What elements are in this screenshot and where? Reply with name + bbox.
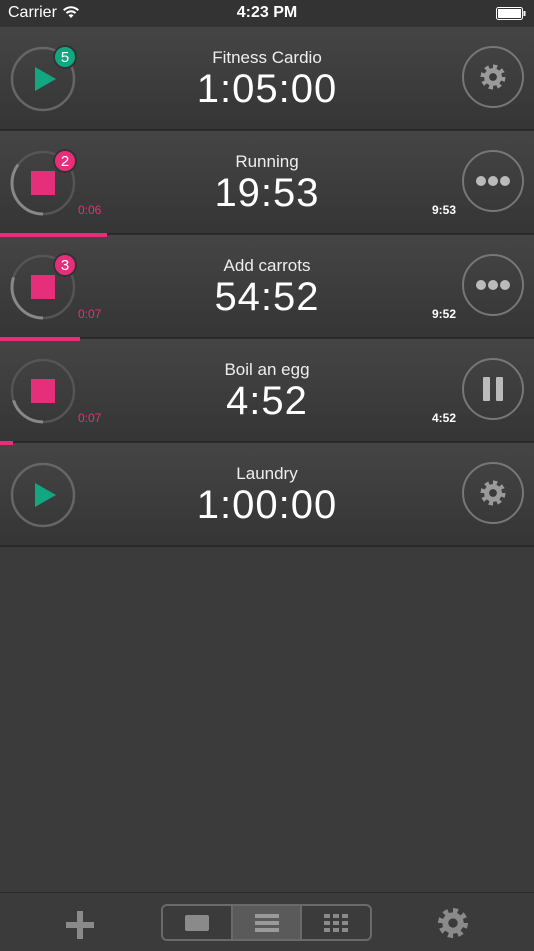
gear-icon — [480, 64, 506, 90]
view-list-button[interactable] — [230, 906, 301, 939]
timer-settings-button[interactable] — [462, 462, 524, 524]
grid-view-icon — [324, 913, 349, 932]
segment-progress-bar — [0, 233, 534, 237]
timer-countdown: 1:00:00 — [196, 483, 338, 527]
view-grid-button[interactable] — [300, 906, 370, 939]
timer-name: Running — [235, 152, 299, 171]
elapsed-time: 0:06 — [78, 203, 102, 217]
timer-name: Add carrots — [223, 256, 311, 275]
bottom-toolbar — [0, 892, 534, 951]
progress-fill — [0, 441, 14, 445]
view-mode-selector — [161, 904, 372, 941]
segment-remaining-time: 4:52 — [431, 411, 456, 425]
timer-row[interactable]: Laundry 1:00:00 — [0, 443, 534, 547]
progress-fill — [0, 337, 81, 341]
segment-remaining-time: 9:52 — [431, 307, 456, 321]
status-time: 4:23 PM — [236, 4, 298, 21]
progress-fill — [0, 233, 107, 237]
timer-name: Boil an egg — [224, 360, 310, 379]
timer-name: Fitness Cardio — [212, 48, 322, 67]
timer-name: Laundry — [236, 464, 298, 483]
timer-settings-button[interactable] — [462, 46, 524, 108]
elapsed-time: 0:07 — [78, 411, 102, 425]
timer-row[interactable]: 5 Fitness Cardio 1:05:00 — [0, 27, 534, 131]
view-single-button[interactable] — [163, 906, 231, 939]
more-options-button[interactable] — [462, 254, 524, 316]
timer-countdown: 1:05:00 — [196, 67, 338, 111]
timer-row[interactable]: 3 Add carrots 54:52 0:07 9:52 — [0, 235, 534, 341]
more-icon — [476, 176, 510, 186]
elapsed-time: 0:07 — [78, 307, 102, 321]
timer-row[interactable]: Boil an egg 4:52 0:07 4:52 — [0, 339, 534, 445]
status-bar: Carrier 4:23 PM — [0, 0, 534, 27]
battery-icon — [496, 7, 526, 20]
list-view-icon — [254, 913, 279, 932]
segment-remaining-time: 9:53 — [431, 203, 456, 217]
pause-button[interactable] — [462, 358, 524, 420]
pause-icon — [483, 377, 503, 401]
more-options-button[interactable] — [462, 150, 524, 212]
segment-progress-bar — [0, 337, 534, 341]
segment-progress-bar — [0, 441, 534, 445]
single-view-icon — [184, 914, 209, 931]
timer-list: 5 Fitness Cardio 1:05:00 2 Running 19:53 0:06 9… — [0, 27, 534, 547]
gear-icon[interactable] — [435, 905, 471, 941]
timer-row[interactable]: 2 Running 19:53 0:06 9:53 — [0, 131, 534, 237]
gear-icon — [480, 480, 506, 506]
more-icon — [476, 280, 510, 290]
plus-icon[interactable] — [62, 907, 98, 943]
